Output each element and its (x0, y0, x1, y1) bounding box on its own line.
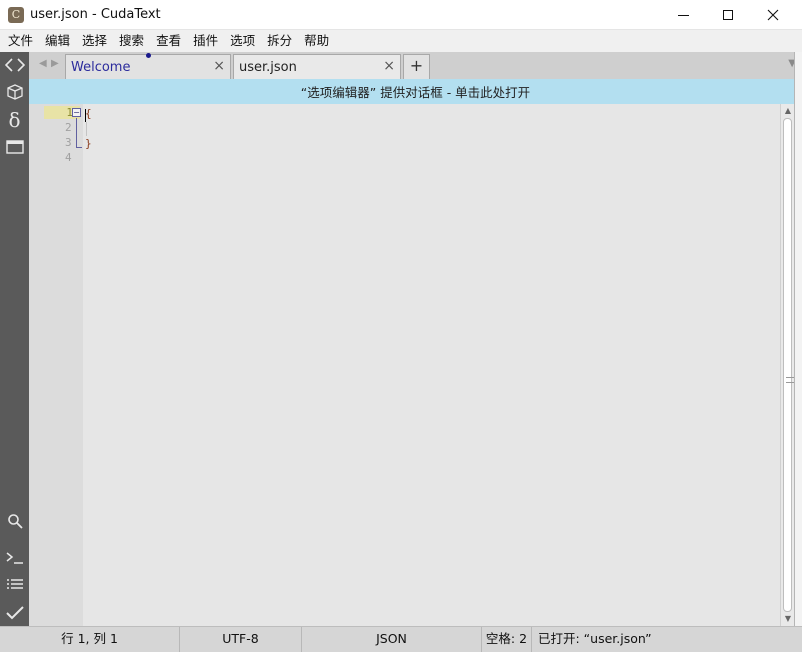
close-button[interactable] (750, 0, 796, 30)
minimize-button[interactable] (660, 0, 706, 30)
tab-scroll-right-icon[interactable]: ▶ (51, 58, 59, 69)
menu-selection[interactable]: 选择 (76, 30, 113, 52)
status-caret-position[interactable]: 行 1, 列 1 (0, 627, 180, 652)
code-tree-icon (4, 58, 25, 72)
status-bar: 行 1, 列 1 UTF-8 JSON 空格: 2 已打开: “user.jso… (0, 626, 802, 652)
minimize-icon (677, 14, 689, 16)
status-tab-size[interactable]: 空格: 2 (482, 627, 532, 652)
fold-range-end (76, 147, 82, 148)
options-editor-infobar[interactable]: “选项编辑器” 提供对话框 - 单击此处打开 (29, 79, 802, 104)
vertical-scrollbar[interactable]: ▲ ▼ (780, 104, 794, 626)
fold-toggle-icon[interactable]: − (72, 108, 81, 117)
scroll-thumb[interactable] (783, 118, 794, 612)
line-number: 4 (65, 151, 72, 164)
tab-user-json-close-icon[interactable]: × (383, 58, 395, 74)
line-number: 2 (65, 121, 72, 134)
menu-bar: 文件 编辑 选择 搜索 查看 插件 选项 拆分 帮助 (0, 30, 802, 52)
console-icon (6, 552, 23, 564)
project-icon (6, 84, 23, 100)
menu-plugins[interactable]: 插件 (187, 30, 224, 52)
indent-guide (86, 122, 87, 136)
modified-dot-icon (146, 53, 151, 58)
scroll-grip-icon (786, 377, 794, 383)
infobar-text: “选项编辑器” 提供对话框 - 单击此处打开 (300, 85, 531, 100)
menu-search[interactable]: 搜索 (113, 30, 150, 52)
line-number: 3 (65, 136, 72, 149)
menu-help[interactable]: 帮助 (298, 30, 335, 52)
panel-button[interactable] (0, 134, 29, 160)
panel-icon (5, 140, 24, 154)
tab-bar: ◀ ▶ Welcome × user.json × + ▼ (29, 52, 802, 79)
tab-user-json[interactable]: user.json × (233, 54, 401, 79)
status-lexer[interactable]: JSON (302, 627, 482, 652)
menu-edit[interactable]: 编辑 (39, 30, 76, 52)
editor-gutter: 1 2 3 4 − (29, 104, 83, 626)
project-button[interactable] (0, 79, 29, 105)
tab-user-json-label: user.json (239, 60, 297, 75)
list-button[interactable] (0, 572, 29, 598)
code-line: } (85, 137, 92, 150)
scroll-up-icon[interactable]: ▲ (781, 104, 795, 118)
status-encoding[interactable]: UTF-8 (180, 627, 302, 652)
tab-welcome-close-icon[interactable]: × (213, 58, 225, 74)
tab-welcome-label: Welcome (71, 60, 131, 75)
fold-range-line (76, 118, 77, 148)
close-icon (767, 9, 779, 21)
menu-split[interactable]: 拆分 (261, 30, 298, 52)
side-panel-bar: δ (0, 52, 29, 626)
editor-text-area[interactable]: { } (83, 104, 780, 626)
menu-view[interactable]: 查看 (150, 30, 187, 52)
check-icon (5, 606, 24, 620)
app-icon: C (8, 7, 24, 23)
validate-button[interactable] (0, 600, 29, 626)
status-message: 已打开: “user.json” (538, 631, 652, 646)
search-icon (7, 514, 23, 529)
search-panel-button[interactable] (0, 508, 29, 534)
delta-button[interactable]: δ (0, 107, 29, 133)
maximize-icon (723, 10, 733, 20)
window-title: user.json - CudaText (30, 7, 161, 22)
list-icon (6, 579, 23, 589)
menu-options[interactable]: 选项 (224, 30, 261, 52)
console-button[interactable] (0, 545, 29, 571)
title-bar: C user.json - CudaText (0, 0, 802, 30)
text-caret (85, 109, 86, 122)
menu-file[interactable]: 文件 (2, 30, 39, 52)
maximize-button[interactable] (705, 0, 751, 30)
code-tree-button[interactable] (0, 52, 29, 78)
add-tab-button[interactable]: + (403, 54, 430, 79)
tab-scroll-left-icon[interactable]: ◀ (39, 58, 47, 69)
scroll-down-icon[interactable]: ▼ (781, 612, 795, 626)
delta-icon: δ (8, 108, 21, 132)
window-right-edge (794, 52, 802, 626)
